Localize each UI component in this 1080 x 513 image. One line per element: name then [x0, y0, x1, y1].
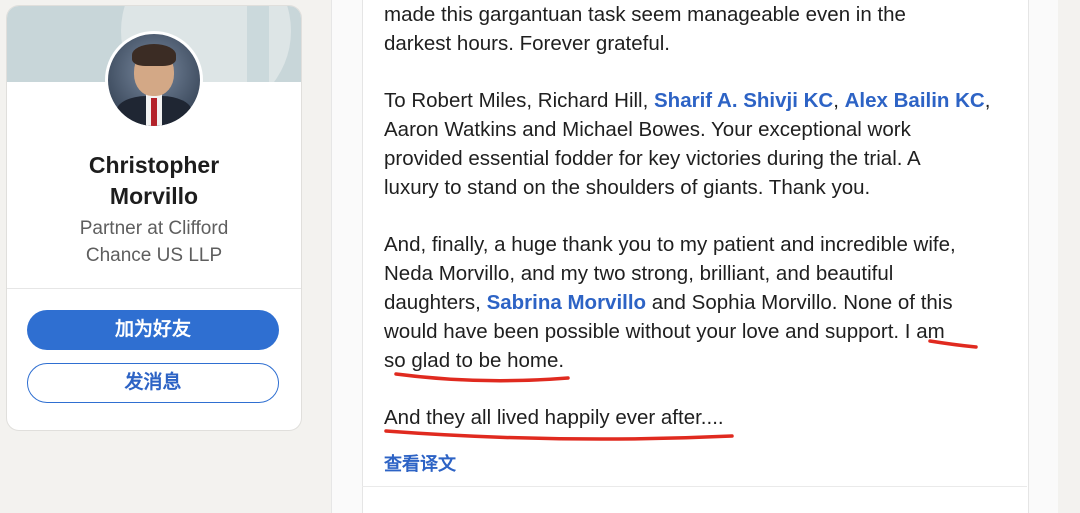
text-line: Neda Morvillo, and my two strong, brilli… [384, 262, 894, 285]
text-line: made this gargantuan task seem manageabl… [384, 3, 906, 26]
paragraph-closing: And they all lived happily ever after...… [384, 403, 1014, 432]
text-segment: daughters, [384, 291, 487, 314]
profile-headline-line2: Chance US LLP [85, 245, 223, 266]
profile-name[interactable]: Christopher Morvillo [7, 150, 301, 212]
text-segment: To Robert Miles, Richard Hill, [384, 89, 654, 112]
paragraph-family-thanks: And, finally, a huge thank you to my pat… [384, 230, 1014, 375]
profile-name-line1[interactable]: Christopher [7, 150, 301, 181]
mention-alex-bailin[interactable]: Alex Bailin KC [845, 89, 985, 112]
text-segment: , [984, 89, 991, 112]
text-segment: and Sophia Morvillo. None of this [646, 291, 953, 314]
paragraph-team-thanks: To Robert Miles, Richard Hill, Sharif A.… [384, 86, 1014, 202]
text-line: And they all lived happily ever after...… [384, 406, 724, 429]
text-line: luxury to stand on the shoulders of gian… [384, 176, 871, 199]
text-line: Aaron Watkins and Michael Bowes. Your ex… [384, 118, 911, 141]
post-divider [362, 486, 1027, 487]
message-button[interactable]: 发消息 [27, 363, 279, 403]
paragraph-gratitude: made this gargantuan task seem manageabl… [384, 0, 1014, 58]
mention-sharif-shivji[interactable]: Sharif A. Shivji KC [654, 89, 833, 112]
avatar[interactable] [105, 31, 203, 129]
text-line: And, finally, a huge thank you to my pat… [384, 233, 956, 256]
see-translation-link[interactable]: 查看译文 [384, 450, 456, 476]
connect-button[interactable]: 加为好友 [27, 310, 279, 350]
card-divider [7, 288, 301, 289]
profile-name-line2[interactable]: Morvillo [7, 181, 301, 212]
text-line: provided essential fodder for key victor… [384, 147, 921, 170]
text-line: darkest hours. Forever grateful. [384, 32, 670, 55]
text-line: would have been possible without your lo… [384, 320, 945, 343]
post-body: made this gargantuan task seem manageabl… [384, 0, 1014, 432]
mention-sabrina-morvillo[interactable]: Sabrina Morvillo [487, 291, 646, 314]
profile-headline-line1: Partner at Clifford [79, 218, 229, 239]
text-segment: , [833, 89, 845, 112]
profile-card: Christopher Morvillo Partner at Clifford… [7, 6, 301, 430]
text-line: so glad to be home. [384, 349, 565, 372]
profile-headline: Partner at Clifford Chance US LLP [7, 215, 301, 269]
